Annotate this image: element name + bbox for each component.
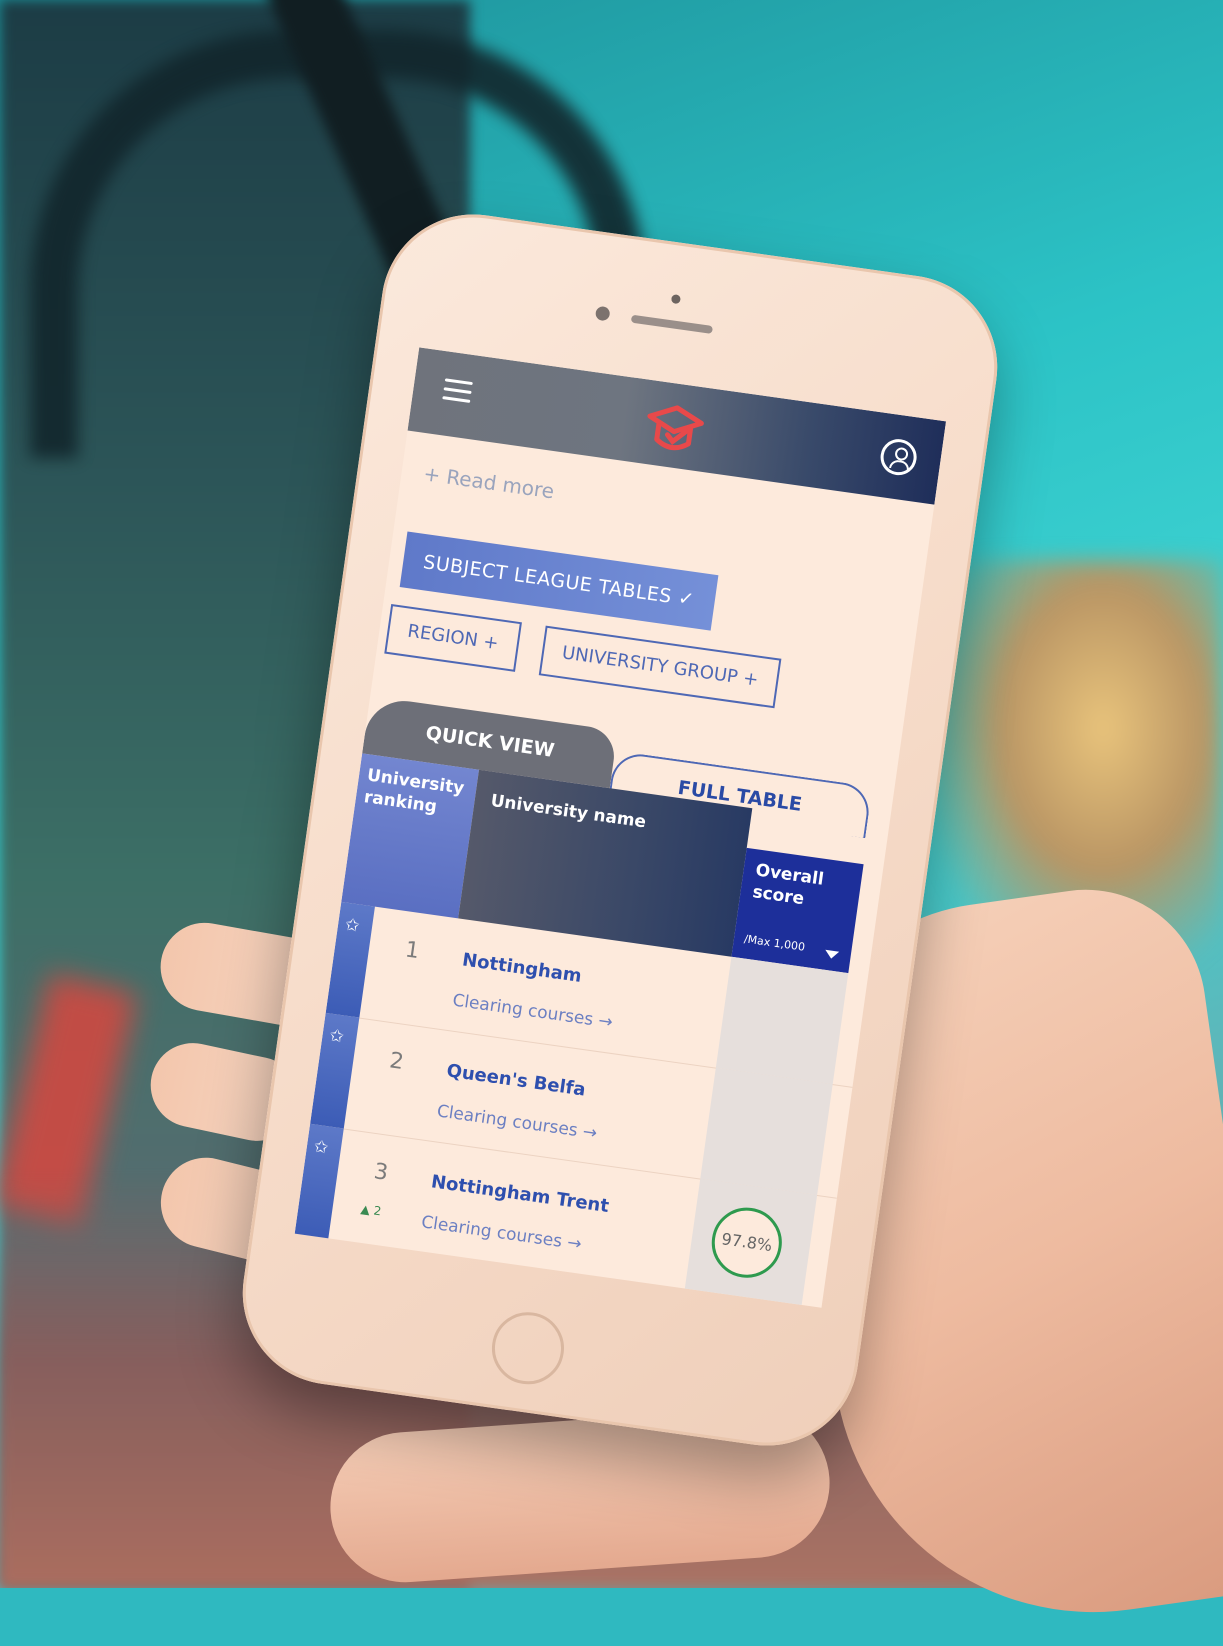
clearing-courses-link[interactable]: Clearing courses → (420, 1212, 583, 1254)
rank-value: 3 (372, 1159, 390, 1186)
pin-button[interactable]: ✩ (310, 1012, 360, 1129)
clearing-courses-link[interactable]: Clearing courses → (436, 1101, 599, 1143)
university-name-link[interactable]: Nottingham Trent (430, 1171, 610, 1217)
score-cell (700, 1067, 833, 1195)
region-filter-button[interactable]: REGION + (384, 603, 522, 672)
pin-icon: ✩ (328, 1025, 346, 1048)
university-name-link[interactable]: Nottingham (461, 949, 583, 987)
user-account-icon[interactable] (878, 436, 919, 478)
column-header-score[interactable]: Overall score /Max 1,000 (731, 847, 864, 974)
rank-change-up-indicator: ▲ 2 (359, 1201, 383, 1219)
phone-body: + Read more SUBJECT LEAGUE TABLES ✓ REGI… (230, 202, 1010, 1458)
proximity-sensor (670, 294, 682, 305)
front-camera (594, 305, 611, 322)
university-group-filter-button[interactable]: UNIVERSITY GROUP + (538, 625, 782, 709)
rank-value: 1 (403, 937, 421, 965)
graduation-cap-logo-icon[interactable] (639, 397, 710, 459)
clearing-courses-link[interactable]: Clearing courses → (451, 990, 614, 1032)
sort-down-icon[interactable] (824, 949, 840, 960)
score-header-max: /Max 1,000 (743, 932, 806, 954)
hamburger-menu-icon[interactable] (442, 378, 473, 406)
overall-score-ring: 97.8% (707, 1203, 787, 1283)
score-cell: 97.8% (684, 1178, 818, 1306)
score-cell (715, 956, 849, 1085)
pin-button[interactable]: ✩ (294, 1123, 344, 1240)
pin-button[interactable]: ✩ (325, 901, 375, 1018)
earpiece-speaker (630, 314, 714, 334)
home-button[interactable] (487, 1307, 569, 1389)
score-header-label: Overall score (751, 860, 826, 910)
column-header-ranking: University ranking (341, 753, 480, 919)
university-name-link[interactable]: Queen's Belfa (445, 1060, 586, 1100)
phone-screen: + Read more SUBJECT LEAGUE TABLES ✓ REGI… (294, 347, 947, 1308)
read-more-link[interactable]: + Read more (422, 461, 556, 503)
smartphone: + Read more SUBJECT LEAGUE TABLES ✓ REGI… (0, 0, 1223, 1588)
pin-icon: ✩ (343, 914, 361, 937)
rank-value: 2 (387, 1048, 406, 1076)
pin-icon: ✩ (312, 1136, 330, 1159)
